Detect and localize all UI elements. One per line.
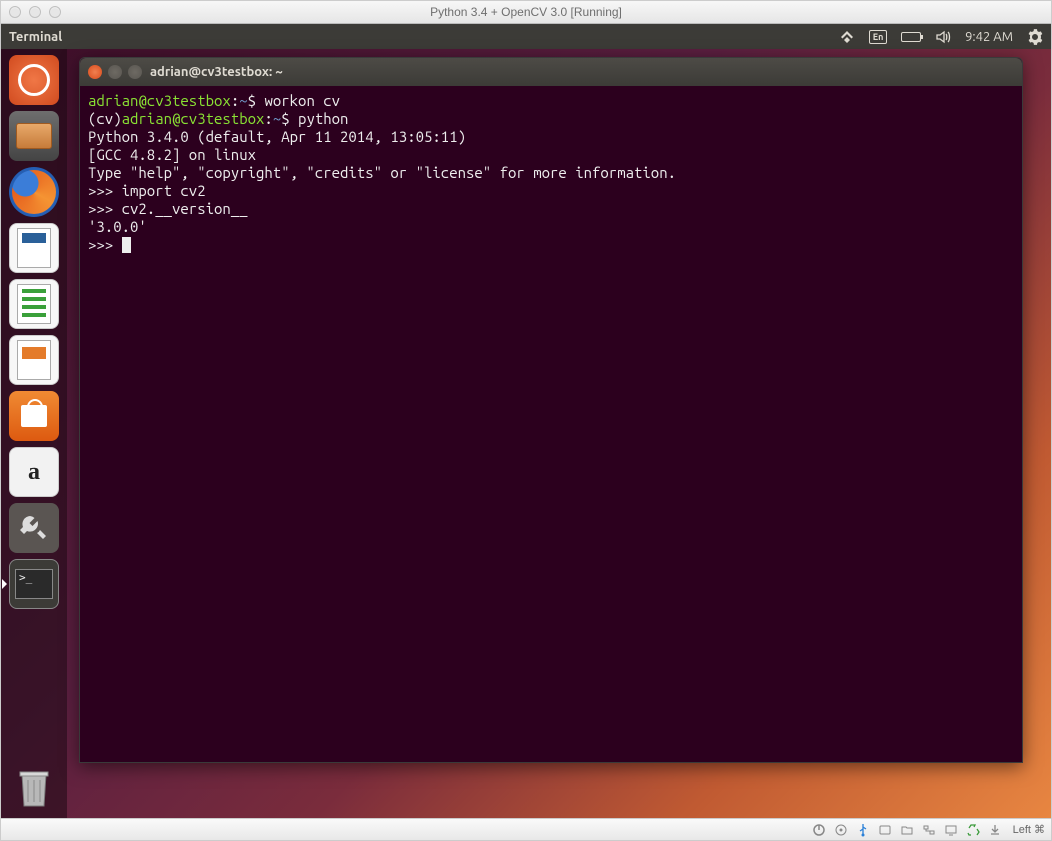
launcher-terminal[interactable]: >_ bbox=[9, 559, 59, 609]
python-banner-line3: Type "help", "copyright", "credits" or "… bbox=[88, 164, 676, 181]
vm-host-key-label: Left ⌘ bbox=[1013, 823, 1045, 836]
trash-icon bbox=[14, 764, 54, 810]
status-display-icon[interactable] bbox=[943, 822, 959, 838]
cmd-import-cv2: import cv2 bbox=[122, 182, 206, 199]
status-download-icon[interactable] bbox=[987, 822, 1003, 838]
vm-status-bar: Left ⌘ bbox=[1, 818, 1051, 840]
status-network-icon[interactable] bbox=[921, 822, 937, 838]
python-prompt: >>> bbox=[88, 200, 122, 217]
network-indicator-icon[interactable] bbox=[839, 29, 855, 45]
status-shared-folder-icon[interactable] bbox=[899, 822, 915, 838]
status-power-icon[interactable] bbox=[811, 822, 827, 838]
launcher-system-settings[interactable] bbox=[9, 503, 59, 553]
prompt-path: ~ bbox=[273, 110, 281, 127]
terminal-minimize-button[interactable] bbox=[108, 65, 122, 79]
terminal-window: adrian@cv3testbox: ~ adrian@cv3testbox:~… bbox=[79, 57, 1023, 763]
python-prompt: >>> bbox=[88, 182, 122, 199]
venv-prefix: (cv) bbox=[88, 110, 122, 127]
status-optical-icon[interactable] bbox=[833, 822, 849, 838]
clock-indicator[interactable]: 9:42 AM bbox=[965, 30, 1013, 44]
launcher-amazon[interactable]: a bbox=[9, 447, 59, 497]
launcher-files[interactable] bbox=[9, 111, 59, 161]
keyboard-indicator-icon[interactable]: En bbox=[869, 30, 887, 44]
prompt-user: adrian@cv3testbox bbox=[88, 92, 231, 109]
keyboard-lang-label: En bbox=[869, 30, 887, 44]
ubuntu-top-panel: Terminal En 9:42 AM bbox=[1, 24, 1051, 49]
vm-titlebar[interactable]: Python 3.4 + OpenCV 3.0 [Running] bbox=[1, 1, 1051, 24]
prompt-path: ~ bbox=[239, 92, 247, 109]
terminal-output[interactable]: adrian@cv3testbox:~$ workon cv (cv)adria… bbox=[80, 86, 1022, 762]
ubuntu-desktop: Terminal En 9:42 AM bbox=[1, 24, 1051, 818]
cmd-cv2-version: cv2.__version__ bbox=[122, 200, 248, 217]
launcher-dash[interactable] bbox=[9, 55, 59, 105]
amazon-logo-letter: a bbox=[28, 459, 40, 486]
status-disk-icon[interactable] bbox=[877, 822, 893, 838]
launcher-libreoffice-calc[interactable] bbox=[9, 279, 59, 329]
terminal-maximize-button[interactable] bbox=[128, 65, 142, 79]
launcher-libreoffice-writer[interactable] bbox=[9, 223, 59, 273]
terminal-launcher-glyph: >_ bbox=[15, 569, 53, 599]
python-banner-line1: Python 3.4.0 (default, Apr 11 2014, 13:0… bbox=[88, 128, 466, 145]
vm-window-title: Python 3.4 + OpenCV 3.0 [Running] bbox=[430, 5, 622, 19]
cmd-workon: workon cv bbox=[264, 92, 340, 109]
mac-window-controls[interactable] bbox=[9, 6, 61, 18]
python-prompt: >>> bbox=[88, 236, 122, 253]
sound-indicator-icon[interactable] bbox=[935, 29, 951, 45]
output-version: '3.0.0' bbox=[88, 218, 147, 235]
terminal-window-title: adrian@cv3testbox: ~ bbox=[150, 65, 283, 79]
cmd-python: python bbox=[298, 110, 348, 127]
mac-close-button[interactable] bbox=[9, 6, 21, 18]
launcher-libreoffice-impress[interactable] bbox=[9, 335, 59, 385]
mac-zoom-button[interactable] bbox=[49, 6, 61, 18]
prompt-user: adrian@cv3testbox bbox=[122, 110, 265, 127]
mac-minimize-button[interactable] bbox=[29, 6, 41, 18]
settings-gear-wrench-icon bbox=[18, 512, 50, 544]
launcher-software-center[interactable] bbox=[9, 391, 59, 441]
ubuntu-launcher: a >_ bbox=[1, 49, 67, 818]
terminal-titlebar[interactable]: adrian@cv3testbox: ~ bbox=[80, 58, 1022, 86]
panel-app-title: Terminal bbox=[9, 30, 62, 44]
session-indicator-icon[interactable] bbox=[1027, 29, 1043, 45]
python-banner-line2: [GCC 4.8.2] on linux bbox=[88, 146, 256, 163]
status-usb-icon[interactable] bbox=[855, 822, 871, 838]
launcher-trash[interactable] bbox=[9, 762, 59, 812]
battery-indicator-icon[interactable] bbox=[901, 32, 921, 42]
terminal-cursor bbox=[122, 237, 131, 253]
vm-window: Python 3.4 + OpenCV 3.0 [Running] Termin… bbox=[0, 0, 1052, 841]
status-recycle-icon[interactable] bbox=[965, 822, 981, 838]
terminal-close-button[interactable] bbox=[88, 65, 102, 79]
launcher-firefox[interactable] bbox=[9, 167, 59, 217]
